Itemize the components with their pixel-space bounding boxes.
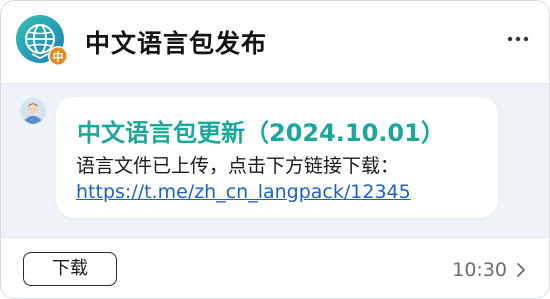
globe-icon: 中 bbox=[16, 15, 68, 66]
user-avatar-icon bbox=[20, 98, 46, 124]
chat-header: 中 中文语言包发布 bbox=[1, 1, 549, 84]
more-dots-icon bbox=[507, 36, 529, 42]
message-body: 语言文件已上传，点击下方链接下载： bbox=[76, 155, 400, 177]
chat-title: 中文语言包发布 bbox=[85, 29, 268, 58]
chevron-right-icon[interactable] bbox=[515, 262, 527, 278]
message-bubble: 中文语言包更新（2024.10.01） 语言文件已上传，点击下方链接下载： ht… bbox=[56, 97, 498, 218]
download-link[interactable]: https://t.me/zh_cn_langpack/12345 bbox=[76, 181, 411, 203]
message-footer: 下载 10:30 bbox=[1, 237, 549, 298]
message-title: 中文语言包更新（2024.10.01） bbox=[77, 119, 445, 147]
download-button[interactable]: 下载 bbox=[23, 252, 117, 286]
message-card: 中 中文语言包发布 中文语言包更新（2024.10.01） 语言文件已上传，点击… bbox=[0, 0, 550, 299]
message-time: 10:30 bbox=[452, 259, 507, 281]
more-button[interactable] bbox=[505, 29, 531, 49]
sender-avatar[interactable] bbox=[20, 98, 46, 124]
channel-logo[interactable]: 中 bbox=[15, 14, 69, 68]
logo-badge: 中 bbox=[53, 50, 64, 64]
